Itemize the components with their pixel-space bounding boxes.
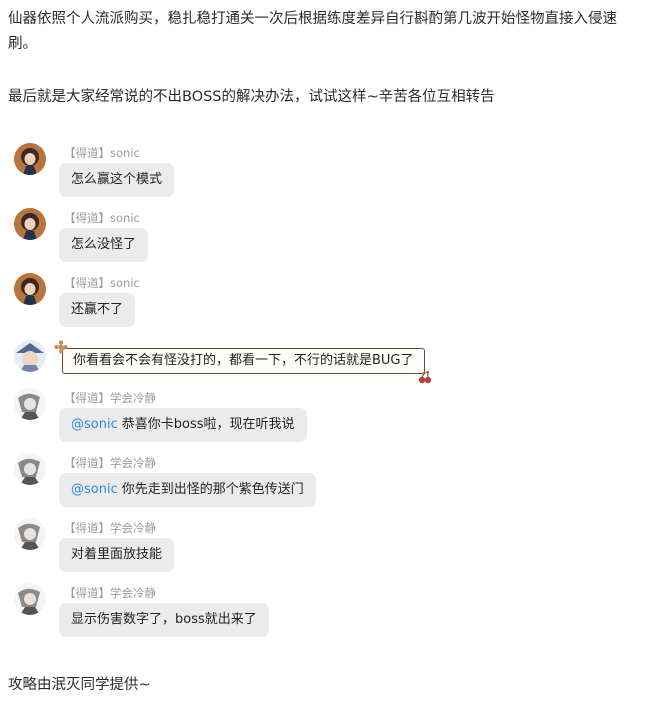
avatar-xuehui-icon[interactable] [14,453,46,485]
rank-tag: 【得道】 [64,391,110,405]
cherry-ornament-icon [418,371,431,384]
chat-message: 【得道】sonic 怎么没怪了 [14,208,634,270]
chat-message: 【得道】sonic 还赢不了 [14,273,634,335]
sender-name: 学会冷静 [110,586,156,600]
message-text: 你看看会不会有怪没打的，都看一下，不行的话就是BUG了 [73,353,414,368]
rank-tag: 【得道】 [64,211,110,225]
avatar-xuehui-icon[interactable] [14,583,46,615]
message-bubble: 显示伤害数字了，boss就出来了 [59,603,269,637]
chat-message: 【得道】学会冷静 显示伤害数字了，boss就出来了 [14,583,634,645]
mention-link[interactable]: @sonic [71,482,118,497]
message-bubble: 怎么没怪了 [59,228,149,262]
chat-message: 【得道】学会冷静 对着里面放技能 [14,518,634,580]
article-paragraph-1: 仙器依照个人流派购买，稳扎稳打通关一次后根据练度差异自行斟酌第几波开始怪物直接入… [8,11,617,52]
avatar-sonic-icon[interactable] [14,273,46,305]
sender-name: 学会冷静 [110,521,156,535]
rank-tag: 【得道】 [64,146,110,160]
message-bubble: 对着里面放技能 [59,538,175,572]
chat-message: 【得道】sonic 怎么赢这个模式 [14,143,634,205]
message-meta: 【得道】sonic [64,275,140,291]
sender-name: sonic [110,276,140,290]
rank-tag: 【得道】 [64,521,110,535]
message-meta: 【得道】学会冷静 [64,520,156,536]
message-text: 你先走到出怪的那个紫色传送门 [121,482,304,497]
sender-name: 学会冷静 [110,456,156,470]
avatar-sonic-icon[interactable] [14,208,46,240]
sender-name: sonic [110,146,140,160]
rank-tag: 【得道】 [64,276,110,290]
message-bubble: @sonic 恭喜你卡boss啦，现在听我说 [59,408,307,442]
message-bubble: 怎么赢这个模式 [59,163,175,197]
message-bubble: @sonic 你先走到出怪的那个紫色传送门 [59,473,316,507]
mention-link[interactable]: @sonic [71,417,118,432]
avatar-moderator-icon[interactable] [14,340,46,372]
message-meta: 【得道】sonic [64,145,140,161]
article-paragraph-2: 最后就是大家经常说的不出BOSS的解决办法，试试这样~辛苦各位互相转告 [8,89,495,105]
avatar-xuehui-icon[interactable] [14,518,46,550]
sender-name: 学会冷静 [110,391,156,405]
rank-tag: 【得道】 [64,456,110,470]
avatar-sonic-icon[interactable] [14,143,46,175]
special-message-bubble: 你看看会不会有怪没打的，都看一下，不行的话就是BUG了 [54,340,431,384]
message-meta: 【得道】学会冷静 [64,390,156,406]
message-meta: 【得道】学会冷静 [64,455,156,471]
message-meta: 【得道】sonic [64,210,140,226]
flower-ornament-icon [54,340,68,354]
message-meta: 【得道】学会冷静 [64,585,156,601]
sender-name: sonic [110,211,140,225]
message-text: 恭喜你卡boss啦，现在听我说 [121,417,295,432]
chat-message: 【得道】学会冷静 @sonic 你先走到出怪的那个紫色传送门 [14,453,634,515]
chat-message: 【得道】学会冷静 @sonic 恭喜你卡boss啦，现在听我说 [14,388,634,450]
avatar-xuehui-icon[interactable] [14,388,46,420]
article-footer: 攻略由泯灭同学提供~ [8,677,151,693]
chat-message: 你看看会不会有怪没打的，都看一下，不行的话就是BUG了 [14,340,634,384]
message-bubble: 还赢不了 [59,293,136,327]
rank-tag: 【得道】 [64,586,110,600]
